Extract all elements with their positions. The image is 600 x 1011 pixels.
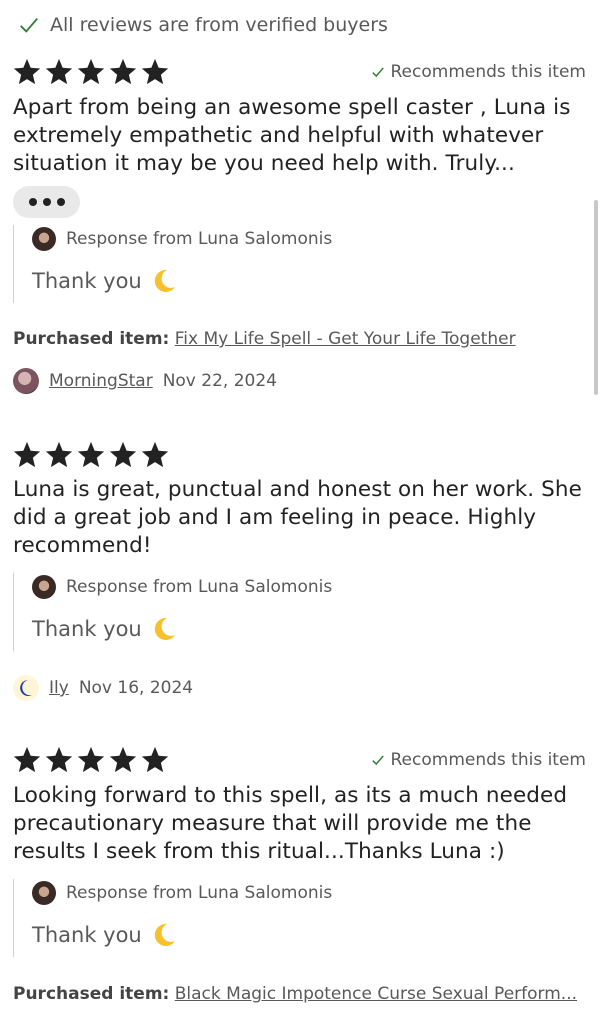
verified-text: All reviews are from verified buyers: [50, 14, 388, 36]
purchased-item-link[interactable]: Fix My Life Spell - Get Your Life Togeth…: [175, 329, 516, 349]
reviewer-info: Ily Nov 16, 2024: [13, 675, 193, 701]
reviewer-info: MorningStar Nov 22, 2024: [13, 368, 277, 394]
star-rating: [12, 440, 170, 470]
reviewer-avatar[interactable]: [13, 368, 39, 394]
crescent-moon-icon: [154, 617, 175, 640]
review-text: Apart from being an awesome spell caster…: [13, 95, 571, 176]
response-header: Response from Luna Salomonis: [32, 227, 332, 251]
check-icon: [371, 755, 384, 766]
seller-response: Response from Luna Salomonis Thank you: [13, 573, 574, 651]
crescent-moon-icon: [154, 923, 175, 946]
review-date: Nov 16, 2024: [78, 678, 194, 698]
scrollbar[interactable]: [594, 200, 598, 395]
recommends-text: Recommends this item: [390, 750, 587, 770]
response-from: Response from Luna Salomonis: [66, 577, 333, 597]
recommends-badge: Recommends this item: [371, 62, 587, 82]
review-text: Luna is great, punctual and honest on he…: [13, 477, 582, 558]
purchased-item: Purchased item: Fix My Life Spell - Get …: [13, 329, 516, 349]
star-icon: [13, 441, 41, 468]
star-rating: [12, 57, 170, 87]
response-from: Response from Luna Salomonis: [66, 229, 333, 249]
recommends-text: Recommends this item: [390, 62, 587, 82]
star-icon: [109, 441, 137, 468]
response-text: Thank you: [32, 615, 178, 643]
response-text-value: Thank you: [32, 617, 142, 641]
seller-avatar: [32, 575, 56, 599]
star-icon: [13, 746, 41, 773]
response-header: Response from Luna Salomonis: [32, 881, 332, 905]
seller-avatar: [32, 227, 56, 251]
review-text: Looking forward to this spell, as its a …: [13, 783, 568, 864]
response-from: Response from Luna Salomonis: [66, 883, 333, 903]
expand-review-button[interactable]: [13, 186, 80, 218]
seller-response: Response from Luna Salomonis Thank you: [13, 879, 574, 957]
reviewer-name-link[interactable]: MorningStar: [49, 371, 153, 391]
seller-avatar: [32, 881, 56, 905]
response-header: Response from Luna Salomonis: [32, 575, 332, 599]
purchased-item: Purchased item: Black Magic Impotence Cu…: [13, 984, 577, 1004]
star-icon: [45, 58, 73, 85]
crescent-moon-icon: [154, 269, 175, 292]
star-icon: [141, 746, 169, 773]
star-icon: [77, 58, 105, 85]
purchased-label: Purchased item:: [13, 984, 170, 1004]
purchased-item-link[interactable]: Black Magic Impotence Curse Sexual Perfo…: [175, 984, 577, 1004]
star-icon: [45, 441, 73, 468]
star-icon: [109, 58, 137, 85]
star-icon: [13, 58, 41, 85]
star-rating: [12, 745, 170, 775]
verified-banner: All reviews are from verified buyers: [18, 12, 388, 38]
reviewer-name-link[interactable]: Ily: [49, 678, 69, 698]
star-icon: [77, 441, 105, 468]
more-horizontal-icon: [28, 198, 37, 206]
recommends-badge: Recommends this item: [371, 750, 587, 770]
more-dot: [42, 198, 51, 206]
star-icon: [109, 746, 137, 773]
moon-logo-icon: [20, 680, 32, 696]
purchased-label: Purchased item:: [13, 329, 170, 349]
check-icon: [371, 67, 384, 78]
reviewer-avatar[interactable]: [13, 675, 39, 701]
response-text-value: Thank you: [32, 269, 142, 293]
review-date: Nov 22, 2024: [162, 371, 277, 391]
star-icon: [141, 58, 169, 85]
star-icon: [45, 746, 73, 773]
check-icon: [20, 17, 38, 33]
response-text: Thank you: [32, 921, 178, 949]
more-dot: [56, 198, 65, 206]
seller-response: Response from Luna Salomonis Thank you: [13, 225, 574, 303]
star-icon: [141, 441, 169, 468]
response-text: Thank you: [32, 267, 178, 295]
star-icon: [77, 746, 105, 773]
response-text-value: Thank you: [32, 923, 142, 947]
